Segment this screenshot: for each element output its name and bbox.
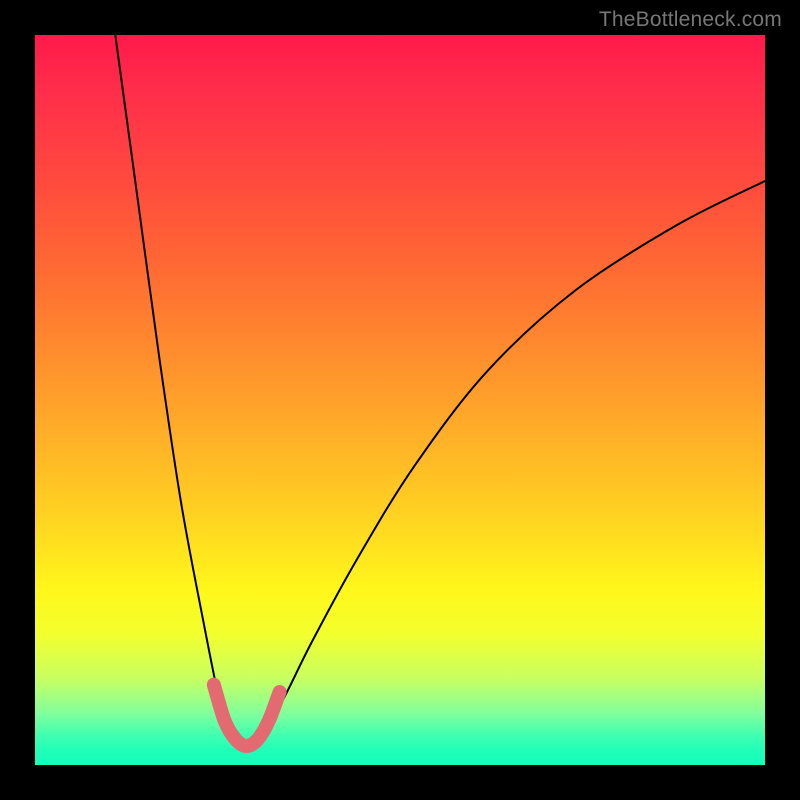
plot-area: [35, 35, 765, 765]
chart-container: TheBottleneck.com: [0, 0, 800, 800]
left-curve: [115, 35, 246, 747]
right-curve: [247, 181, 765, 747]
watermark-text: TheBottleneck.com: [599, 8, 782, 32]
curve-overlay: [35, 35, 765, 765]
highlight-band: [214, 685, 280, 746]
